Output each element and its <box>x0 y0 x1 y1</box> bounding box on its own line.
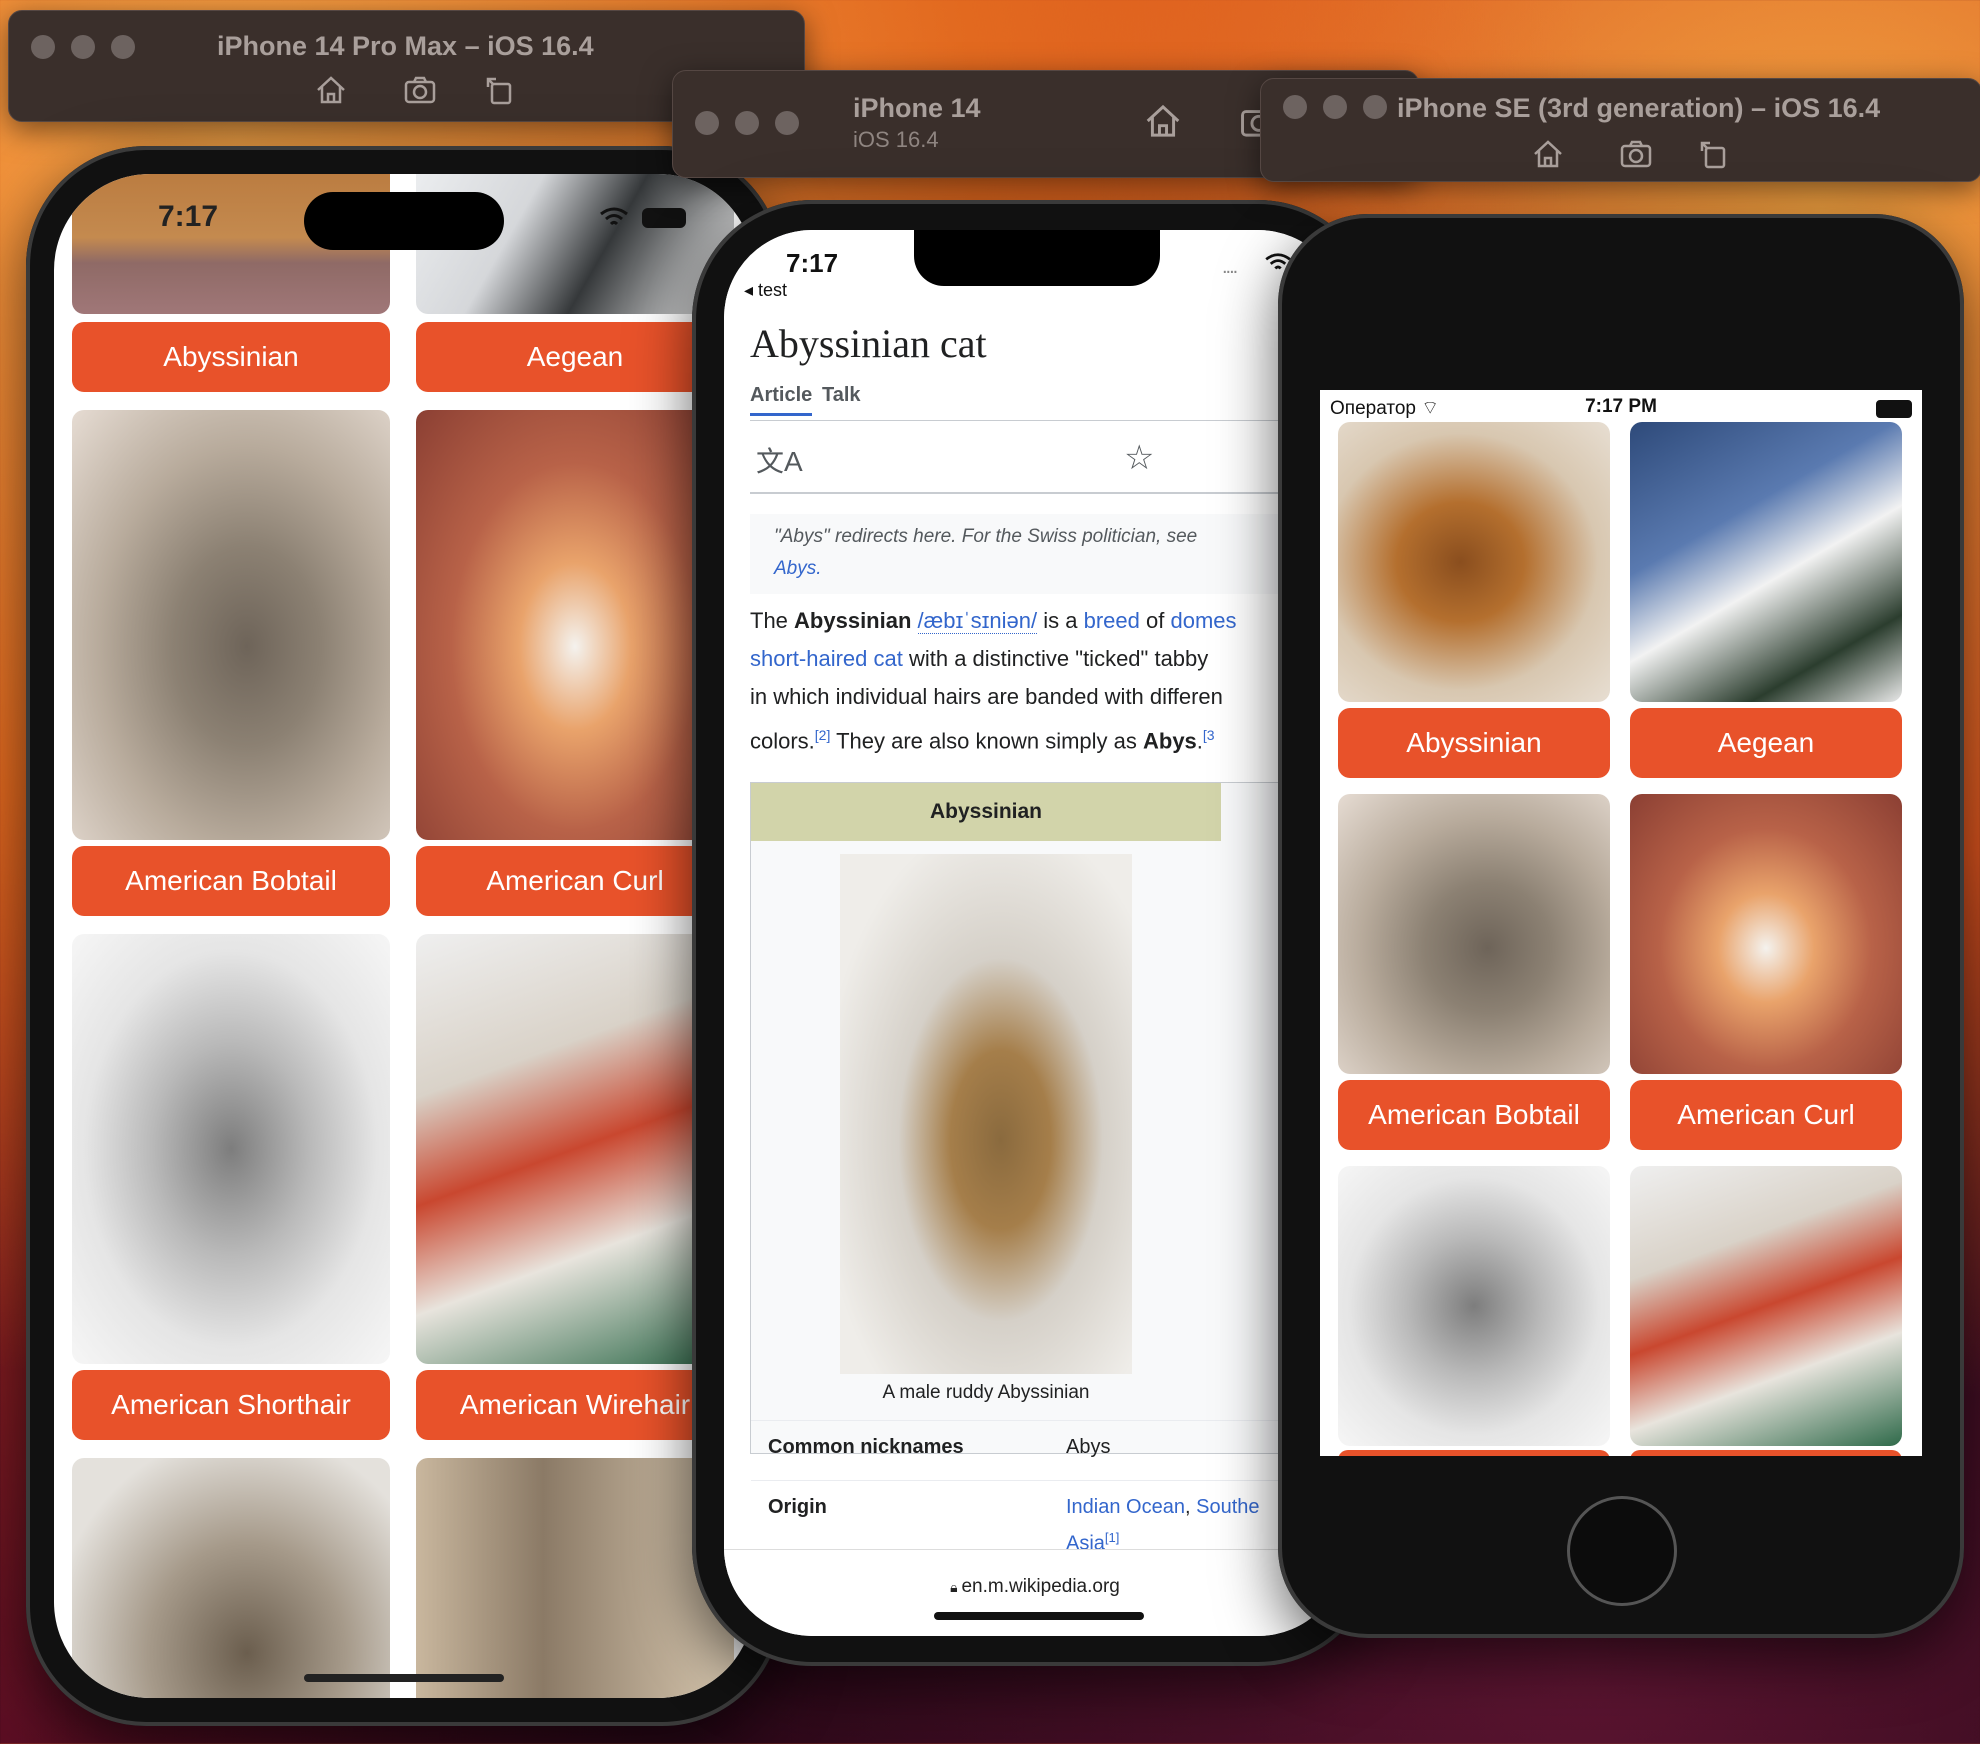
status-time: 7:17 PM <box>1585 396 1657 417</box>
zoom-button[interactable] <box>775 111 799 135</box>
screenshot-icon[interactable] <box>1619 137 1653 171</box>
window-title: iPhone 14 <box>853 93 981 123</box>
window-title: iPhone SE (3rd generation) – iOS 16.4 <box>1397 93 1881 123</box>
tabs-divider <box>750 420 1346 421</box>
signal-icon: .... <box>1222 256 1238 278</box>
next-breed-photo-right[interactable] <box>416 1458 734 1698</box>
window-controls <box>1283 95 1387 119</box>
ref-1[interactable]: [1] <box>1105 1530 1119 1545</box>
close-button[interactable] <box>31 35 55 59</box>
breed-button-american-bobtail[interactable]: American Bobtail <box>72 846 390 916</box>
indian-ocean-link[interactable]: Indian Ocean <box>1066 1496 1185 1518</box>
infobox-value-origin: Indian Ocean, Southe <box>1066 1496 1260 1518</box>
wifi-icon <box>600 207 628 226</box>
zoom-button[interactable] <box>1363 95 1387 119</box>
american-curl-photo[interactable] <box>1630 794 1902 1074</box>
breed-button-american-bobtail[interactable]: American Bobtail <box>1338 1080 1610 1150</box>
phone2-screen: 7:17 ◂ test .... Abyssinian cat Article … <box>724 230 1346 1636</box>
domestic-link[interactable]: domes <box>1170 608 1236 633</box>
minimize-button[interactable] <box>71 35 95 59</box>
toolbar-divider <box>750 492 1346 494</box>
hatnote-text: "Abys" redirects here. For the Swiss pol… <box>774 526 1198 547</box>
breed-link[interactable]: breed <box>1084 608 1140 633</box>
window-title: iPhone 14 Pro Max – iOS 16.4 <box>217 31 594 61</box>
breed-button-abyssinian[interactable]: Abyssinian <box>1338 708 1610 778</box>
aegean-photo[interactable] <box>1630 422 1902 702</box>
ref-3[interactable]: [3 <box>1203 727 1215 743</box>
infobox-label-nicknames: Common nicknames <box>768 1436 964 1458</box>
infobox-divider-2 <box>751 1480 1346 1481</box>
southeast-asia-link[interactable]: Southe <box>1196 1496 1259 1518</box>
url-text: en.m.wikipedia.org <box>961 1576 1120 1597</box>
american-curl-photo[interactable] <box>416 410 734 840</box>
battery-icon <box>1876 400 1912 418</box>
next-breed-photo-left[interactable] <box>72 1458 390 1698</box>
infobox-title: Abyssinian <box>751 783 1221 841</box>
status-time: 7:17 <box>786 248 839 278</box>
iphone-14-pro-max-frame: Abyssinian Aegean American Bobtail Ameri… <box>26 146 782 1726</box>
window-controls <box>695 111 799 135</box>
infobox-divider-1 <box>751 1420 1346 1421</box>
lock-icon: 🔒︎ <box>950 1579 962 1595</box>
iphone-se-frame: Оператор ⌔ 7:17 PM Abyssinian Aegean Ame… <box>1278 214 1964 1638</box>
zoom-button[interactable] <box>111 35 135 59</box>
infobox-value-nicknames: Abys <box>1066 1436 1111 1458</box>
home-button[interactable] <box>1567 1496 1677 1606</box>
back-to-app[interactable]: ◂ test <box>744 280 787 301</box>
american-shorthair-photo[interactable] <box>1338 1166 1610 1446</box>
rotate-icon[interactable] <box>483 73 517 107</box>
home-icon[interactable] <box>314 73 348 107</box>
home-indicator[interactable] <box>934 1612 1144 1620</box>
page-title: Abyssinian cat <box>750 321 987 366</box>
home-icon[interactable] <box>1143 101 1183 141</box>
american-wirehair-photo[interactable] <box>416 934 734 1364</box>
breed-button-american-curl[interactable]: American Curl <box>416 846 734 916</box>
infobox-caption: A male ruddy Abyssinian <box>882 1382 1090 1403</box>
american-shorthair-photo[interactable] <box>72 934 390 1364</box>
home-icon[interactable] <box>1531 137 1565 171</box>
breed-button-aegean[interactable]: Aegean <box>1630 708 1902 778</box>
breed-button-aegean[interactable]: Aegean <box>416 322 734 392</box>
american-bobtail-photo[interactable] <box>72 410 390 840</box>
iphone-14-frame: 7:17 ◂ test .... Abyssinian cat Article … <box>692 200 1378 1666</box>
close-button[interactable] <box>695 111 719 135</box>
next-button-right[interactable] <box>1630 1450 1902 1456</box>
minimize-button[interactable] <box>735 111 759 135</box>
phone1-screen: Abyssinian Aegean American Bobtail Ameri… <box>54 174 754 1698</box>
screenshot-icon[interactable] <box>403 73 437 107</box>
window-controls <box>31 35 135 59</box>
breed-button-american-wirehair[interactable]: American Wirehair <box>416 1370 734 1440</box>
tab-talk[interactable]: Talk <box>822 384 861 407</box>
minimize-button[interactable] <box>1323 95 1347 119</box>
phone3-screen: Оператор ⌔ 7:17 PM Abyssinian Aegean Ame… <box>1320 390 1922 1456</box>
breed-button-abyssinian[interactable]: Abyssinian <box>72 322 390 392</box>
notch <box>914 230 1160 286</box>
status-time: 7:17 <box>158 200 219 233</box>
breed-button-american-curl[interactable]: American Curl <box>1630 1080 1902 1150</box>
close-button[interactable] <box>1283 95 1307 119</box>
rotate-icon[interactable] <box>1697 137 1731 171</box>
intro-paragraph: The Abyssinian /æbɪˈsɪniən/ is a breed o… <box>750 608 1237 754</box>
next-button-left[interactable] <box>1338 1450 1610 1456</box>
window-subtitle: iOS 16.4 <box>853 127 939 152</box>
american-bobtail-photo[interactable] <box>1338 794 1610 1074</box>
language-icon[interactable]: 文A <box>756 440 803 480</box>
battery-icon <box>642 208 686 228</box>
ipa-link[interactable]: /æbɪˈsɪniən/ <box>917 608 1038 634</box>
simulator-window-3-titlebar: iPhone SE (3rd generation) – iOS 16.4 <box>1260 78 1980 182</box>
address-bar[interactable]: 🔒︎ en.m.wikipedia.org <box>724 1576 1346 1598</box>
abyssinian-photo[interactable] <box>1338 422 1610 702</box>
dynamic-island <box>304 192 504 250</box>
hatnote-link[interactable]: Abys. <box>774 558 822 580</box>
american-wirehair-photo[interactable] <box>1630 1166 1902 1446</box>
infobox-photo[interactable] <box>840 854 1132 1374</box>
tab-article[interactable]: Article <box>750 384 813 416</box>
ref-2[interactable]: [2] <box>815 727 831 743</box>
watchlist-star-icon[interactable]: ☆ <box>1124 438 1154 478</box>
infobox-label-origin: Origin <box>768 1496 827 1518</box>
breed-button-american-shorthair[interactable]: American Shorthair <box>72 1370 390 1440</box>
home-indicator[interactable] <box>304 1674 504 1682</box>
short-haired-cat-link[interactable]: short-haired cat <box>750 646 903 671</box>
